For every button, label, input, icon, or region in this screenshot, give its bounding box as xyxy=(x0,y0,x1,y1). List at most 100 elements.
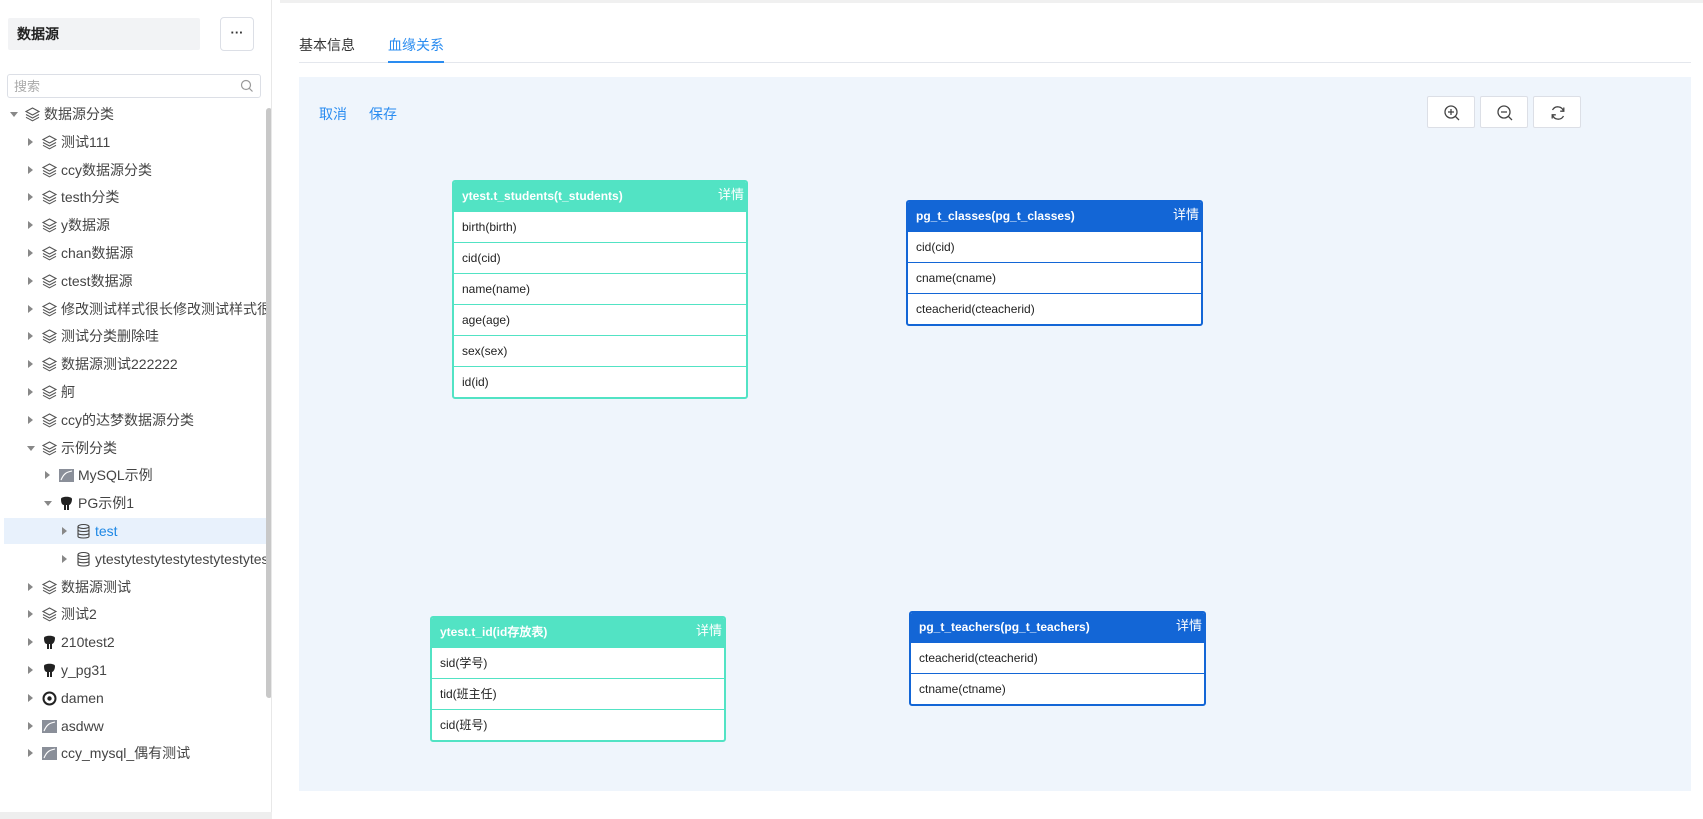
tree-node-label: 数据源分类 xyxy=(44,106,114,122)
tree-node-label: chan数据源 xyxy=(61,245,134,261)
more-button[interactable]: ··· xyxy=(220,17,254,51)
zoom-in-icon xyxy=(1444,105,1460,121)
entity-field: ctname(ctname) xyxy=(911,673,1204,704)
tree-node[interactable]: ccy的达梦数据源分类 xyxy=(0,407,268,433)
layers-icon xyxy=(41,411,58,428)
detail-link[interactable]: 详情 xyxy=(1176,613,1202,640)
caret-down-icon[interactable] xyxy=(10,112,18,117)
tree-node[interactable]: ctest数据源 xyxy=(0,268,268,294)
search-input[interactable] xyxy=(8,75,228,97)
caret-right-icon[interactable] xyxy=(28,221,33,230)
tree-node-label: 舸 xyxy=(61,384,75,400)
entity-field: age(age) xyxy=(454,304,746,335)
lineage-canvas[interactable]: 取消 保存 ytest.t_students(t_students) 详情 bi… xyxy=(299,77,1691,791)
tree-node-label: MySQL示例 xyxy=(78,467,153,484)
caret-right-icon[interactable] xyxy=(28,249,33,257)
tree-node[interactable]: asdww xyxy=(0,713,268,739)
tree-node[interactable]: 示例分类 xyxy=(0,435,268,461)
caret-right-icon[interactable] xyxy=(28,332,33,341)
tree-node[interactable]: test xyxy=(4,518,268,544)
detail-link[interactable]: 详情 xyxy=(696,618,722,645)
zoom-in-button[interactable] xyxy=(1427,96,1475,128)
entity-table[interactable]: ytest.t_id(id存放表) 详情 sid(学号) tid(班主任) ci… xyxy=(430,616,726,742)
entity-table[interactable]: pg_t_teachers(pg_t_teachers) 详情 cteacher… xyxy=(909,611,1206,706)
tree-node-label: test xyxy=(95,523,118,539)
caret-right-icon[interactable] xyxy=(28,360,33,369)
caret-down-icon[interactable] xyxy=(27,445,35,451)
caret-right-icon[interactable] xyxy=(62,527,67,535)
tree-node-label: ytestytestytestytestytestytest xyxy=(95,550,272,567)
entity-header: ytest.t_id(id存放表) 详情 xyxy=(432,618,724,647)
entity-field: id(id) xyxy=(454,366,746,397)
tree-node[interactable]: chan数据源 xyxy=(0,240,268,266)
tree-node[interactable]: ytestytestytestytestytestytest xyxy=(0,546,271,572)
entity-field: birth(birth) xyxy=(454,211,746,242)
tree-node-label: 数据源测试222222 xyxy=(61,356,178,373)
tree-node[interactable]: y_pg31 xyxy=(0,657,268,683)
search-icon[interactable] xyxy=(240,79,254,96)
tree-node-label: ctest数据源 xyxy=(61,272,133,289)
caret-right-icon[interactable] xyxy=(28,304,33,313)
tab-bar: 基本信息 血缘关系 xyxy=(299,28,1691,63)
entity-table[interactable]: pg_t_classes(pg_t_classes) 详情 cid(cid) c… xyxy=(906,200,1203,326)
caret-right-icon[interactable] xyxy=(28,193,33,202)
tree-node[interactable]: 数据源测试222222 xyxy=(0,351,268,377)
caret-right-icon[interactable] xyxy=(45,471,50,480)
caret-right-icon[interactable] xyxy=(28,137,33,146)
refresh-button[interactable] xyxy=(1533,96,1581,128)
tree-node[interactable]: y数据源 xyxy=(0,212,268,238)
caret-right-icon[interactable] xyxy=(28,666,33,674)
tree-node[interactable]: 修改测试样式很长修改测试样式很长 xyxy=(0,296,271,322)
entity-title: pg_t_teachers(pg_t_teachers) xyxy=(919,620,1090,634)
tree-node[interactable]: 测试分类删除哇 xyxy=(0,323,268,349)
tree-node[interactable]: damen xyxy=(0,685,268,711)
zoom-out-button[interactable] xyxy=(1480,96,1528,128)
tree-node-label: y数据源 xyxy=(61,217,110,234)
tree-node[interactable]: ccy数据源分类 xyxy=(0,157,268,183)
caret-right-icon[interactable] xyxy=(62,554,67,563)
entity-header: pg_t_classes(pg_t_classes) 详情 xyxy=(908,202,1201,231)
tree-node[interactable]: ccy_mysql_偶有测试 xyxy=(0,740,268,766)
caret-right-icon[interactable] xyxy=(28,582,33,591)
caret-right-icon[interactable] xyxy=(28,693,33,702)
layers-icon xyxy=(41,188,58,205)
caret-right-icon[interactable] xyxy=(28,388,33,396)
entity-title: ytest.t_students(t_students) xyxy=(462,189,623,203)
caret-right-icon[interactable] xyxy=(28,165,33,174)
detail-link[interactable]: 详情 xyxy=(718,182,744,209)
tree-node[interactable]: 数据源分类 xyxy=(0,101,268,127)
tree-node[interactable]: 210test2 xyxy=(0,629,268,655)
sidebar-scrollbar[interactable] xyxy=(266,108,271,698)
tree-node[interactable]: 测试111 xyxy=(0,129,268,155)
main-panel: 基本信息 血缘关系 取消 保存 ytest.t_students(t_stude… xyxy=(280,0,1703,819)
tree-node[interactable]: MySQL示例 xyxy=(0,462,268,488)
entity-field: sid(学号) xyxy=(432,647,724,678)
caret-right-icon[interactable] xyxy=(28,415,33,424)
entity-table[interactable]: ytest.t_students(t_students) 详情 birth(bi… xyxy=(452,180,748,399)
caret-right-icon[interactable] xyxy=(28,610,33,619)
entity-field: cid(cid) xyxy=(908,231,1201,262)
cancel-button[interactable]: 取消 xyxy=(319,104,347,124)
mysql-icon xyxy=(41,744,58,761)
tree-node[interactable]: 数据源测试 xyxy=(0,574,268,600)
layers-icon xyxy=(41,272,58,289)
caret-down-icon[interactable] xyxy=(44,501,52,507)
caret-right-icon[interactable] xyxy=(28,638,33,647)
save-button[interactable]: 保存 xyxy=(369,104,397,124)
tab-basic-info[interactable]: 基本信息 xyxy=(299,35,355,63)
tree-node-label: 210test2 xyxy=(61,634,115,651)
zoom-out-icon xyxy=(1497,105,1513,121)
tree-node[interactable]: PG示例1 xyxy=(0,490,268,516)
tree-node[interactable]: 测试2 xyxy=(0,601,268,627)
caret-right-icon[interactable] xyxy=(28,749,33,758)
tree-node[interactable]: 舸 xyxy=(0,379,268,405)
tree-node[interactable]: testh分类 xyxy=(0,184,268,210)
caret-right-icon[interactable] xyxy=(28,276,33,285)
horizontal-scrollbar[interactable] xyxy=(0,812,272,819)
sidebar: 数据源 ··· 数据源分类测试111 ccy数据源分类 testh分类 y数据源 cha… xyxy=(0,0,272,819)
detail-link[interactable]: 详情 xyxy=(1173,202,1199,229)
entity-title: ytest.t_id(id存放表) xyxy=(440,625,548,639)
postgres-icon xyxy=(41,661,58,678)
tab-lineage[interactable]: 血缘关系 xyxy=(388,35,444,63)
caret-right-icon[interactable] xyxy=(28,721,33,730)
